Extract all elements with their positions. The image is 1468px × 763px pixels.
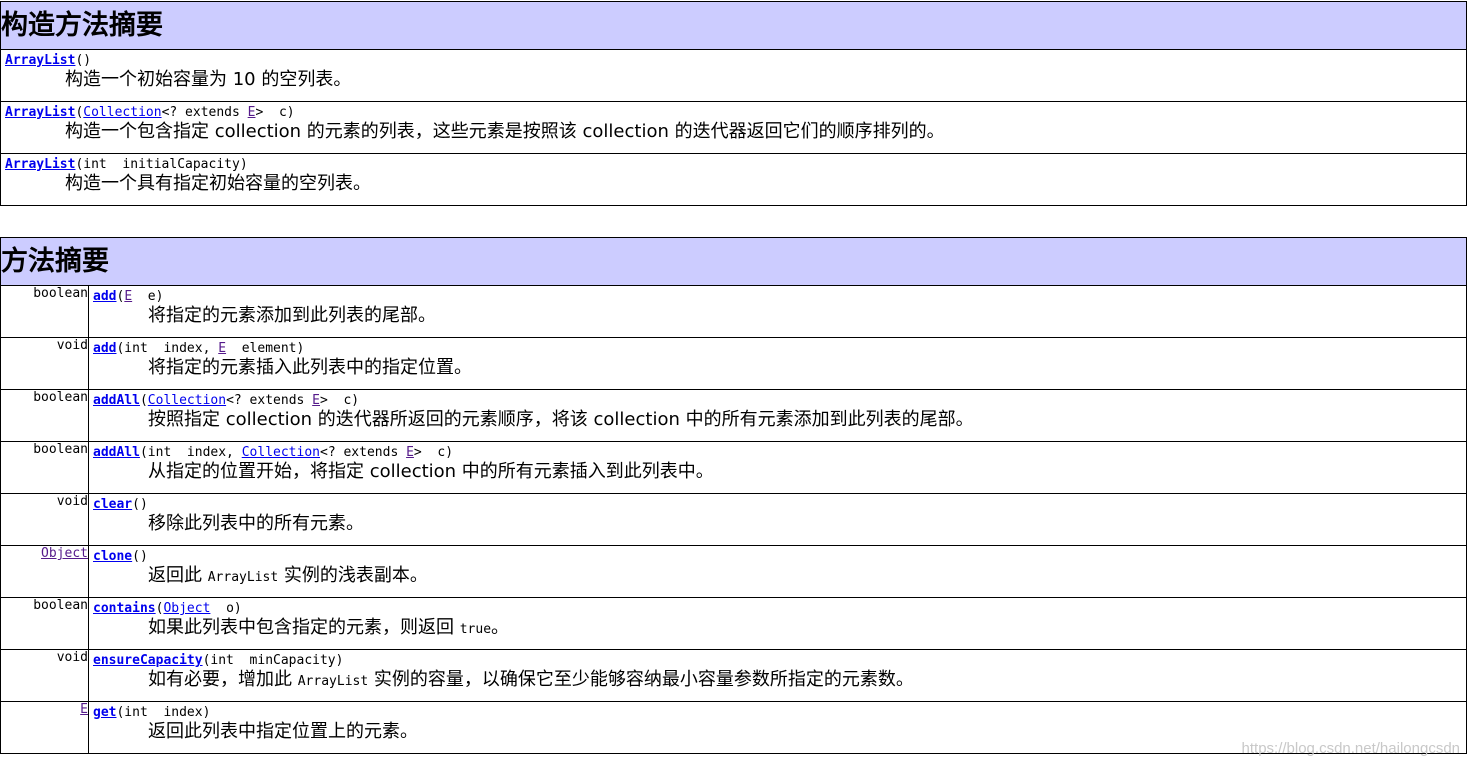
method-summary-table: 方法摘要 boolean add(E e) 将指定的元素添加到此列表的尾部。 v… bbox=[0, 237, 1467, 754]
method-link-clear[interactable]: clear bbox=[93, 497, 132, 512]
return-type: void bbox=[0, 337, 89, 390]
method-link-add[interactable]: add bbox=[93, 341, 116, 356]
method-row: clone() 返回此 ArrayList 实例的浅表副本。 bbox=[88, 545, 1467, 598]
method-row: addAll(Collection<? extends E> c) 按照指定 c… bbox=[88, 389, 1467, 442]
constructor-description: 构造一个初始容量为 10 的空列表。 bbox=[65, 69, 352, 90]
return-type: void bbox=[0, 493, 89, 546]
e-type-link[interactable]: E bbox=[406, 445, 414, 460]
constructor-row: ArrayList(Collection<? extends E> c) 构造一… bbox=[0, 101, 1467, 154]
constructor-description: 构造一个包含指定 collection 的元素的列表，这些元素是按照该 coll… bbox=[65, 121, 945, 142]
e-type-link[interactable]: E bbox=[124, 289, 132, 304]
return-type: void bbox=[0, 649, 89, 702]
collection-type-link[interactable]: Collection bbox=[148, 393, 226, 408]
method-description: 移除此列表中的所有元素。 bbox=[148, 513, 364, 534]
return-type: boolean bbox=[0, 441, 89, 494]
e-type-link[interactable]: E bbox=[218, 341, 226, 356]
return-type: Object bbox=[0, 545, 89, 598]
method-description: 返回此 ArrayList 实例的浅表副本。 bbox=[148, 565, 428, 586]
method-summary-title: 方法摘要 bbox=[0, 237, 1467, 286]
method-row: add(E e) 将指定的元素添加到此列表的尾部。 bbox=[88, 285, 1467, 338]
constructor-row: ArrayList(int initialCapacity) 构造一个具有指定初… bbox=[0, 153, 1467, 206]
object-type-link[interactable]: Object bbox=[163, 601, 210, 616]
constructor-link[interactable]: ArrayList bbox=[5, 53, 75, 68]
method-description: 将指定的元素添加到此列表的尾部。 bbox=[148, 305, 436, 326]
method-row: ensureCapacity(int minCapacity) 如有必要，增加此… bbox=[88, 649, 1467, 702]
return-type: boolean bbox=[0, 285, 89, 338]
method-link-ensurecapacity[interactable]: ensureCapacity bbox=[93, 653, 203, 668]
method-link-add[interactable]: add bbox=[93, 289, 116, 304]
method-link-contains[interactable]: contains bbox=[93, 601, 156, 616]
method-link-get[interactable]: get bbox=[93, 705, 116, 720]
method-description: 按照指定 collection 的迭代器所返回的元素顺序，将该 collecti… bbox=[148, 409, 974, 430]
collection-type-link[interactable]: Collection bbox=[83, 105, 161, 120]
constructor-summary-table: 构造方法摘要 ArrayList() 构造一个初始容量为 10 的空列表。 Ar… bbox=[0, 1, 1467, 206]
return-type: E bbox=[0, 701, 89, 754]
method-description: 如果此列表中包含指定的元素，则返回 true。 bbox=[148, 617, 510, 638]
method-row: contains(Object o) 如果此列表中包含指定的元素，则返回 tru… bbox=[88, 597, 1467, 650]
method-description: 从指定的位置开始，将指定 collection 中的所有元素插入到此列表中。 bbox=[148, 461, 714, 482]
e-type-link[interactable]: E bbox=[80, 702, 88, 717]
constructor-link[interactable]: ArrayList bbox=[5, 157, 75, 172]
watermark: https://blog.csdn.net/hailongcsdn bbox=[1241, 740, 1460, 757]
constructor-link[interactable]: ArrayList bbox=[5, 105, 75, 120]
constructor-summary-title: 构造方法摘要 bbox=[0, 1, 1467, 50]
method-description: 将指定的元素插入此列表中的指定位置。 bbox=[148, 357, 472, 378]
e-type-link[interactable]: E bbox=[312, 393, 320, 408]
method-row: add(int index, E element) 将指定的元素插入此列表中的指… bbox=[88, 337, 1467, 390]
return-type: boolean bbox=[0, 597, 89, 650]
method-link-addall[interactable]: addAll bbox=[93, 393, 140, 408]
constructor-description: 构造一个具有指定初始容量的空列表。 bbox=[65, 173, 371, 194]
return-type: boolean bbox=[0, 389, 89, 442]
collection-type-link[interactable]: Collection bbox=[242, 445, 320, 460]
method-link-addall[interactable]: addAll bbox=[93, 445, 140, 460]
object-type-link[interactable]: Object bbox=[41, 546, 88, 561]
method-description: 如有必要，增加此 ArrayList 实例的容量，以确保它至少能够容纳最小容量参… bbox=[148, 669, 914, 690]
constructor-row: ArrayList() 构造一个初始容量为 10 的空列表。 bbox=[0, 49, 1467, 102]
method-row: addAll(int index, Collection<? extends E… bbox=[88, 441, 1467, 494]
method-row: clear() 移除此列表中的所有元素。 bbox=[88, 493, 1467, 546]
method-link-clone[interactable]: clone bbox=[93, 549, 132, 564]
